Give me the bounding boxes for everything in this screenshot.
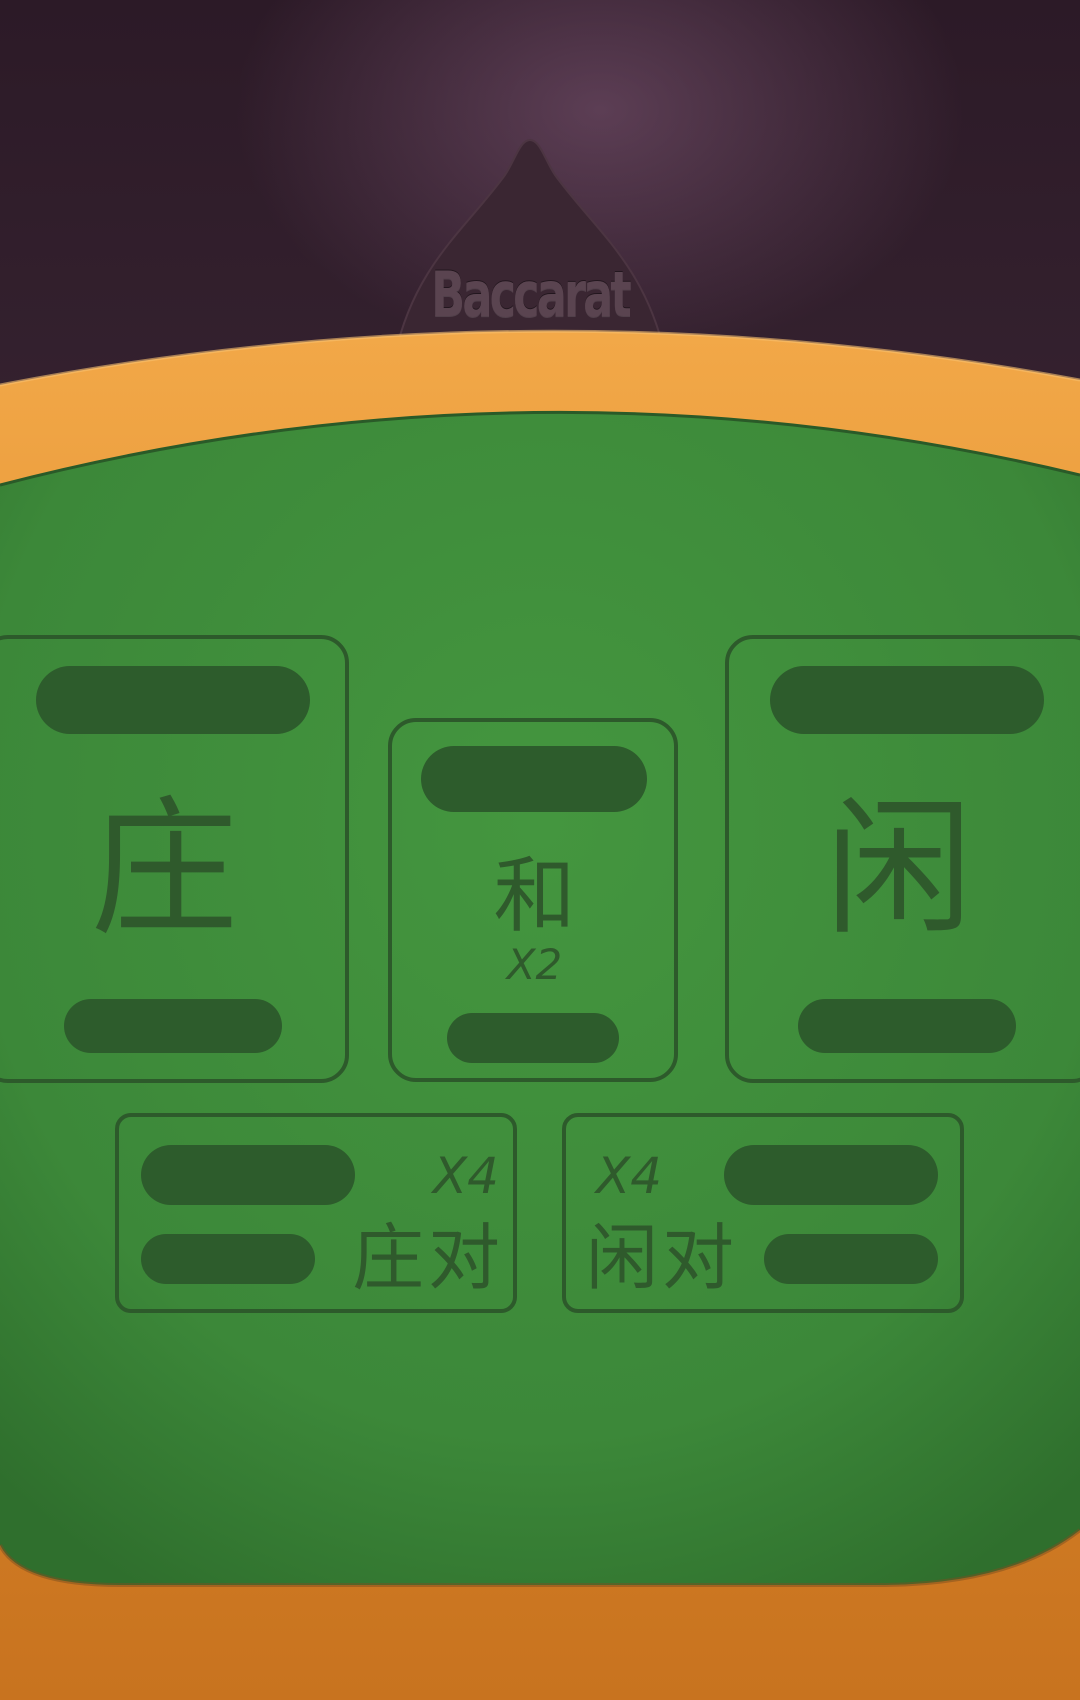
- banker-bet-amount-slot: [36, 666, 310, 734]
- player-chip-slot: [798, 999, 1016, 1053]
- banker-pair-multiplier: X4: [432, 1147, 499, 1205]
- player-pair-multiplier: X4: [596, 1147, 663, 1205]
- banker-label: 庄: [90, 783, 238, 955]
- player-pair-label: 闲对: [586, 1216, 739, 1300]
- player-pair-chip-slot: [764, 1234, 938, 1284]
- player-bet-area[interactable]: 闲: [725, 635, 1080, 1083]
- banker-chip-slot: [64, 999, 282, 1053]
- banker-pair-bet-amount-slot: [141, 1145, 355, 1205]
- player-pair-bet-amount-slot: [724, 1145, 938, 1205]
- banker-pair-label: 庄对: [351, 1216, 504, 1300]
- tie-label: 和: [493, 849, 576, 944]
- banker-pair-bet-area[interactable]: X4 庄对: [115, 1113, 517, 1313]
- banker-pair-chip-slot: [141, 1234, 315, 1284]
- tie-bet-area[interactable]: 和 X2: [388, 718, 678, 1082]
- banker-bet-area[interactable]: 庄: [0, 635, 349, 1083]
- player-label: 闲: [825, 783, 973, 955]
- tie-chip-slot: [447, 1013, 619, 1063]
- player-pair-bet-area[interactable]: X4 闲对: [562, 1113, 964, 1313]
- player-bet-amount-slot: [770, 666, 1044, 734]
- tie-multiplier: X2: [506, 940, 563, 989]
- tie-bet-amount-slot: [421, 746, 647, 812]
